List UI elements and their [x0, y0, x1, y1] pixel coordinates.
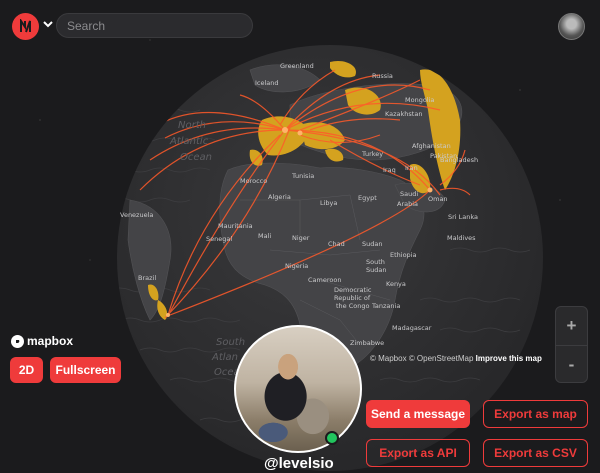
- export-csv-button[interactable]: Export as CSV: [483, 439, 588, 467]
- view-2d-button[interactable]: 2D: [10, 357, 43, 383]
- profile-photo[interactable]: [234, 325, 362, 453]
- chevron-down-icon[interactable]: [42, 18, 54, 30]
- logo-glyph-icon: [20, 19, 31, 33]
- online-status-indicator: [325, 431, 339, 445]
- top-bar: [0, 0, 600, 52]
- profile-handle[interactable]: @levelsio: [264, 455, 334, 472]
- map-label: the Congo: [336, 302, 369, 310]
- map-label: Sudan: [366, 266, 386, 274]
- map-label: South: [216, 337, 245, 348]
- map-label: Niger: [292, 234, 310, 242]
- map-label: Tanzania: [371, 302, 400, 310]
- map-label: Atlantic: [169, 136, 209, 147]
- send-message-button[interactable]: Send a message: [366, 400, 470, 428]
- map-label: Algeria: [268, 193, 291, 201]
- map-attribution: © Mapbox © OpenStreetMap Improve this ma…: [370, 354, 542, 363]
- map-label: Iceland: [255, 79, 279, 87]
- mapbox-icon: [11, 334, 24, 348]
- map-label: Egypt: [358, 194, 377, 202]
- map-label: Zimbabwe: [350, 339, 384, 347]
- map-label: Chad: [328, 240, 345, 248]
- nomads-logo-icon[interactable]: [12, 13, 39, 40]
- map-label: South: [366, 258, 385, 266]
- search-input[interactable]: [67, 18, 252, 33]
- map-label: Afghanistan: [412, 142, 451, 150]
- improve-map-link[interactable]: Improve this map: [476, 354, 542, 363]
- user-avatar[interactable]: [558, 13, 585, 40]
- map-label: Iran: [405, 164, 418, 172]
- map-label: Tunisia: [291, 172, 314, 180]
- map-label: Nigeria: [285, 262, 308, 270]
- map-label: North: [178, 120, 206, 131]
- export-map-button[interactable]: Export as map: [483, 400, 588, 428]
- map-label: Mali: [258, 232, 271, 240]
- map-label: Madagascar: [392, 324, 432, 332]
- map-label: Republic of: [334, 294, 371, 302]
- map-label: Mauritania: [218, 222, 253, 230]
- map-label: Ocean: [180, 152, 212, 163]
- zoom-out-button[interactable]: -: [556, 346, 587, 384]
- fullscreen-button[interactable]: Fullscreen: [50, 357, 121, 383]
- mapbox-logo[interactable]: mapbox: [11, 334, 73, 348]
- map-label: Russia: [372, 72, 393, 80]
- map-label: Kenya: [386, 280, 406, 288]
- map-label: Democratic: [334, 286, 372, 294]
- map-label: Ethiopia: [390, 251, 416, 259]
- attribution-osm-link[interactable]: © OpenStreetMap: [409, 354, 474, 363]
- map-label: Cameroon: [308, 276, 341, 284]
- export-api-button[interactable]: Export as API: [366, 439, 470, 467]
- zoom-in-button[interactable]: +: [556, 307, 587, 345]
- map-label: Turkey: [361, 150, 383, 158]
- map-label: Arabia: [397, 200, 418, 208]
- map-label: Kazakhstan: [385, 110, 422, 118]
- mapbox-logo-text: mapbox: [27, 334, 74, 348]
- zoom-controls: + -: [555, 306, 588, 383]
- map-label: Iraq: [383, 166, 396, 174]
- map-label: Atlan: [211, 352, 238, 363]
- attribution-mapbox-link[interactable]: © Mapbox: [370, 354, 407, 363]
- map-label: Sri Lanka: [448, 213, 478, 221]
- map-label: Bangladesh: [440, 156, 478, 164]
- map-label: Venezuela: [120, 211, 153, 219]
- map-label: Morocco: [240, 177, 267, 185]
- map-label: Greenland: [280, 62, 314, 70]
- map-label: Maldives: [447, 234, 476, 242]
- map-label: Oman: [428, 195, 448, 203]
- map-label: Brazil: [138, 274, 156, 282]
- map-label: Senegal: [206, 235, 232, 243]
- search-bar[interactable]: [56, 13, 253, 38]
- map-label: Sudan: [362, 240, 382, 248]
- map-label: Saudi: [400, 190, 418, 198]
- map-label: Libya: [320, 199, 337, 207]
- map-label: Mongolia: [405, 96, 434, 104]
